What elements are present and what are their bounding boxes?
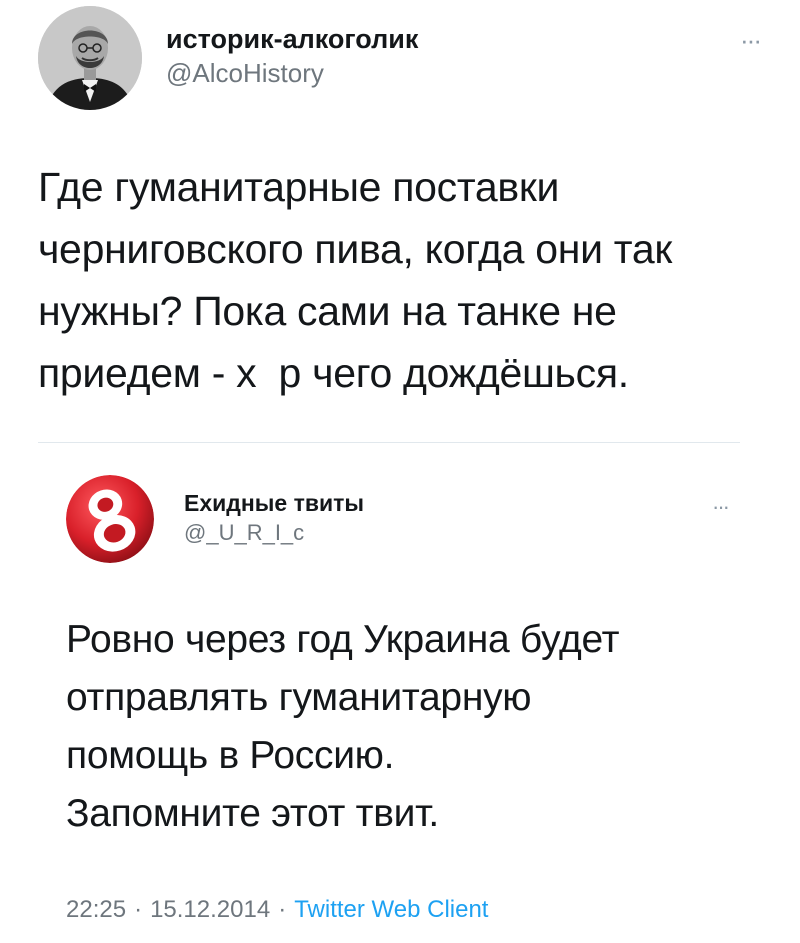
- quoted-author-handle[interactable]: @_U_R_I_c: [184, 518, 364, 548]
- quoted-tweet-text: Ровно через год Украина будет отправлять…: [66, 618, 620, 835]
- tweet-date[interactable]: 15.12.2014: [150, 896, 270, 923]
- quoted-tweet-meta: 22:25 · 15.12.2014 · Twitter Web Client: [66, 895, 488, 925]
- tweet: историк-алкоголик @AlcoHistory ··· Где г…: [0, 0, 800, 936]
- author-names: историк-алкоголик @AlcoHistory: [166, 22, 418, 90]
- tweet-author[interactable]: историк-алкоголик @AlcoHistory: [38, 6, 418, 110]
- tweet-text: Где гуманитарные поставки черниговского …: [38, 164, 672, 396]
- quoted-author-names: Ехидные твиты @_U_R_I_c: [184, 488, 364, 548]
- quoted-author-display-name[interactable]: Ехидные твиты: [184, 488, 364, 518]
- tweet-source-link[interactable]: Twitter Web Client: [294, 896, 488, 923]
- author-handle[interactable]: @AlcoHistory: [166, 56, 418, 90]
- author-display-name[interactable]: историк-алкоголик: [166, 22, 418, 56]
- meta-separator: ·: [134, 896, 143, 923]
- portrait-avatar-icon[interactable]: [38, 6, 142, 110]
- number-eight-logo-icon[interactable]: [66, 475, 154, 563]
- quoted-tweet[interactable]: Ехидные твиты @_U_R_I_c ··· Ровно через …: [38, 442, 740, 943]
- quoted-more-options-icon[interactable]: ···: [712, 496, 730, 518]
- quoted-tweet-author[interactable]: Ехидные твиты @_U_R_I_c: [66, 475, 364, 563]
- tweet-time[interactable]: 22:25: [66, 896, 126, 923]
- more-options-icon[interactable]: ···: [740, 27, 762, 53]
- meta-separator: ·: [278, 896, 287, 923]
